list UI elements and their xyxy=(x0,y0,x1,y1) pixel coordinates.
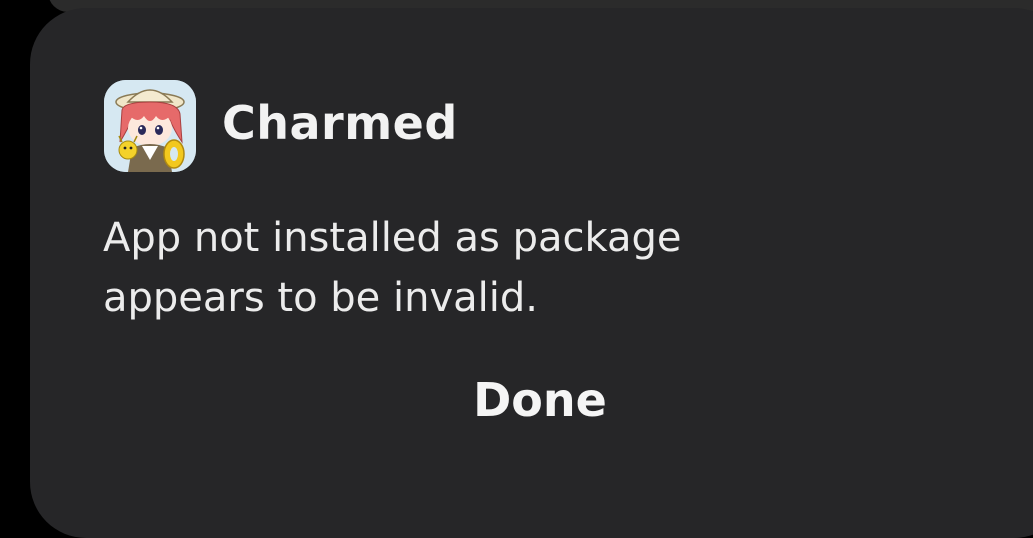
app-name: Charmed xyxy=(222,96,458,150)
install-error-message: App not installed as package appears to … xyxy=(103,208,863,328)
app-icon-artwork xyxy=(104,80,196,172)
done-button[interactable]: Done xyxy=(430,362,650,438)
message-line-2: appears to be invalid. xyxy=(103,275,538,321)
charmed-app-icon xyxy=(104,80,196,172)
message-line-1: App not installed as package xyxy=(103,215,682,261)
